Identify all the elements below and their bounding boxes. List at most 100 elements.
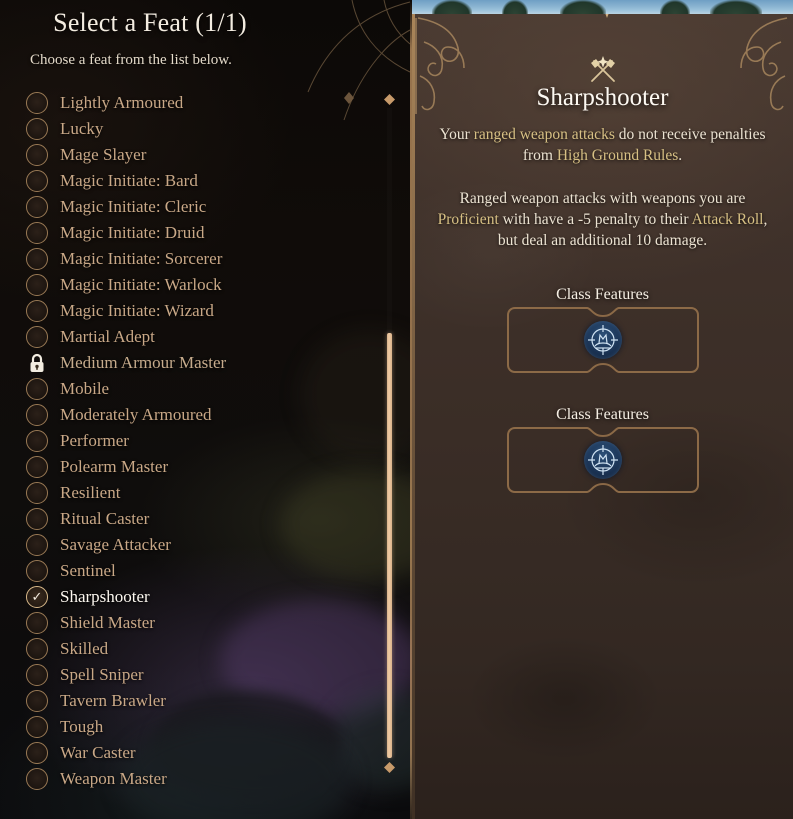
feat-radio-icon[interactable] (26, 222, 48, 244)
sharpshooter-class-feature-icon (583, 321, 622, 359)
description-keyword[interactable]: ranged weapon attacks (474, 126, 615, 143)
page-title: Select a Feat (1/1) (53, 8, 247, 37)
feat-list-item[interactable]: Mobile (0, 376, 380, 402)
feat-list-item[interactable]: Sentinel (0, 558, 380, 584)
feat-list-item[interactable]: Lightly Armoured (0, 90, 380, 116)
feat-radio-icon[interactable] (26, 638, 48, 660)
feat-list-item[interactable]: Weapon Master (0, 766, 380, 792)
feat-list-item[interactable]: Magic Initiate: Wizard (0, 298, 380, 324)
class-feature-card[interactable]: Class Features (505, 406, 701, 496)
feat-radio-icon[interactable] (26, 612, 48, 634)
feat-selection-screen: Select a Feat (1/1) Choose a feat from t… (0, 0, 793, 819)
feat-list-item[interactable]: Magic Initiate: Cleric (0, 194, 380, 220)
backdrop-foliage (660, 0, 690, 14)
page-subtitle: Choose a feat from the list below. (30, 52, 232, 68)
feat-radio-icon[interactable] (26, 716, 48, 738)
feat-list-item[interactable]: Mage Slayer (0, 142, 380, 168)
feat-radio-icon[interactable] (26, 508, 48, 530)
feat-list-panel: Select a Feat (1/1) Choose a feat from t… (0, 0, 412, 819)
feat-list-item[interactable]: Moderately Armoured (0, 402, 380, 428)
backdrop-foliage (560, 0, 606, 14)
feat-list-item-label: Savage Attacker (60, 535, 171, 554)
feat-list-item[interactable]: Performer (0, 428, 380, 454)
feat-list-scrollbar[interactable] (378, 90, 400, 780)
sharpshooter-class-feature-icon (583, 441, 622, 479)
feat-list-item[interactable]: Magic Initiate: Warlock (0, 272, 380, 298)
feat-list-item-label: Lucky (60, 119, 104, 138)
feat-radio-icon[interactable] (26, 768, 48, 790)
feat-list-item[interactable]: Magic Initiate: Druid (0, 220, 380, 246)
feat-radio-icon[interactable] (26, 118, 48, 140)
feat-list-item-label: Magic Initiate: Wizard (60, 301, 214, 320)
feat-radio-icon[interactable] (26, 326, 48, 348)
feat-radio-icon[interactable] (26, 456, 48, 478)
feat-description-paragraph-1: Your ranged weapon attacks do not receiv… (430, 124, 775, 166)
feat-list[interactable]: Lightly Armoured Lucky Mage Slayer Magic In… (0, 90, 380, 792)
feat-list-item-label: Moderately Armoured (60, 405, 212, 424)
feat-radio-icon[interactable] (26, 690, 48, 712)
feat-radio-icon[interactable] (26, 404, 48, 426)
feat-list-item-label: Magic Initiate: Cleric (60, 197, 207, 216)
feat-radio-icon[interactable] (26, 560, 48, 582)
feat-list-item[interactable]: Savage Attacker (0, 532, 380, 558)
description-text: . (678, 147, 683, 164)
description-keyword[interactable]: Attack Roll (692, 211, 764, 228)
description-text: Ranged weapon attacks with weapons you a… (459, 190, 746, 207)
feat-list-item[interactable]: Tough (0, 714, 380, 740)
feat-list-item[interactable]: Lucky (0, 116, 380, 142)
feat-list-item[interactable]: Spell Sniper (0, 662, 380, 688)
feat-list-item[interactable]: Magic Initiate: Bard (0, 168, 380, 194)
feat-list-item-label: Skilled (60, 639, 109, 658)
feat-radio-icon[interactable] (26, 274, 48, 296)
feat-radio-icon[interactable] (26, 430, 48, 452)
feat-list-item[interactable]: Magic Initiate: Sorcerer (0, 246, 380, 272)
feat-list-item[interactable]: Skilled (0, 636, 380, 662)
feat-radio-icon[interactable] (26, 300, 48, 322)
feat-list-item[interactable]: Ritual Caster (0, 506, 380, 532)
feat-radio-icon[interactable] (26, 196, 48, 218)
feat-radio-icon[interactable] (26, 534, 48, 556)
feat-radio-icon[interactable] (26, 144, 48, 166)
feat-list-item[interactable]: Resilient (0, 480, 380, 506)
description-text: with have a -5 penalty to their (498, 211, 692, 228)
feat-list-item[interactable]: Polearm Master (0, 454, 380, 480)
description-keyword[interactable]: High Ground Rules (557, 147, 678, 164)
feat-list-item-label: Mobile (60, 379, 110, 398)
feat-title: Sharpshooter (536, 84, 669, 111)
feat-list-item-label: Polearm Master (60, 457, 169, 476)
feat-list-item-label: Lightly Armoured (60, 93, 184, 112)
feat-list-item-label: Tough (60, 717, 104, 736)
feat-radio-icon[interactable] (26, 742, 48, 764)
class-feature-card[interactable]: Class Features (505, 286, 701, 376)
feat-list-item-label: War Caster (60, 743, 136, 762)
feat-list-item[interactable]: War Caster (0, 740, 380, 766)
feat-list-item[interactable]: ✓ Sharpshooter (0, 584, 380, 610)
feat-radio-icon[interactable] (26, 170, 48, 192)
feat-list-item-label: Magic Initiate: Druid (60, 223, 205, 242)
scroll-up-diamond-icon[interactable] (384, 94, 395, 105)
description-keyword[interactable]: Proficient (438, 211, 499, 228)
feat-list-item[interactable]: Medium Armour Master (0, 350, 380, 376)
class-feature-label: Class Features (556, 286, 649, 303)
feat-list-item-label: Resilient (60, 483, 121, 502)
description-text: Your (439, 126, 474, 143)
feat-radio-icon[interactable] (26, 92, 48, 114)
feat-list-item-label: Shield Master (60, 613, 155, 632)
feat-radio-icon[interactable] (26, 248, 48, 270)
feat-list-item[interactable]: Tavern Brawler (0, 688, 380, 714)
backdrop-foliage (710, 0, 762, 14)
backdrop-foliage (502, 0, 528, 14)
feat-radio-icon[interactable] (26, 378, 48, 400)
feat-list-item-label: Magic Initiate: Warlock (60, 275, 222, 294)
feat-list-item-label: Spell Sniper (60, 665, 144, 684)
feat-radio-icon[interactable] (26, 482, 48, 504)
scrollbar-thumb[interactable] (387, 333, 392, 758)
feat-list-item-label: Magic Initiate: Sorcerer (60, 249, 223, 268)
feat-list-item[interactable]: Shield Master (0, 610, 380, 636)
feat-list-item-label: Mage Slayer (60, 145, 147, 164)
backdrop-foliage (432, 0, 472, 14)
scroll-down-diamond-icon[interactable] (384, 762, 395, 773)
feat-radio-icon[interactable] (26, 664, 48, 686)
feat-selected-radio-icon[interactable]: ✓ (26, 586, 48, 608)
feat-list-item[interactable]: Martial Adept (0, 324, 380, 350)
